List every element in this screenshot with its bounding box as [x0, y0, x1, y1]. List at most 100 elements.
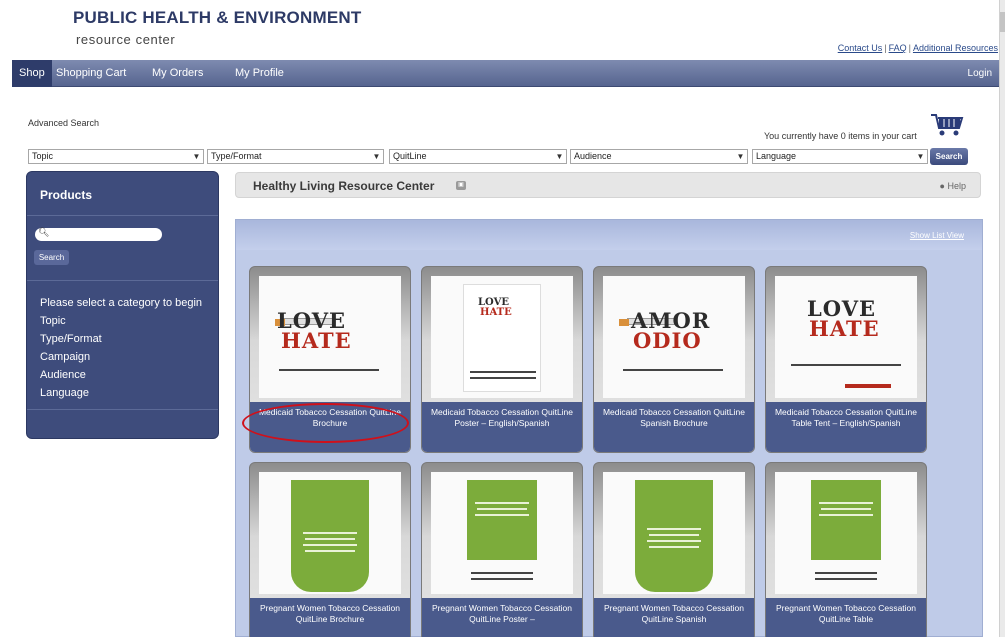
poster-text-line — [649, 534, 699, 536]
panel-toolbar: Show List View — [236, 220, 982, 250]
product-thumbnail — [259, 472, 401, 594]
poster-text-line — [475, 514, 529, 516]
product-title: Pregnant Women Tobacco Cessation QuitLin… — [594, 598, 754, 637]
product-card[interactable]: Pregnant Women Tobacco Cessation QuitLin… — [249, 462, 411, 637]
site-header: PUBLIC HEALTH & ENVIRONMENT resource cen… — [0, 0, 1000, 58]
poster-text-line — [305, 538, 355, 540]
cart-icon[interactable] — [930, 112, 964, 138]
poster-footer-line — [470, 377, 536, 379]
product-thumbnail: LOVE HATE — [431, 276, 573, 398]
poster-footer-line — [470, 371, 536, 373]
quitline-select[interactable]: QuitLine ▼ — [389, 149, 567, 164]
poster-text-line — [303, 544, 357, 546]
site-title: PUBLIC HEALTH & ENVIRONMENT — [73, 8, 362, 27]
show-list-view-link[interactable]: Show List View — [910, 231, 964, 240]
poster-footer-line — [471, 578, 533, 580]
audience-select-value: Audience — [574, 151, 612, 161]
advanced-search-link[interactable]: Advanced Search — [28, 118, 99, 128]
nav-my-orders[interactable]: My Orders — [152, 67, 203, 79]
page-title: Healthy Living Resource Center — [253, 179, 435, 193]
product-thumbnail — [431, 472, 573, 594]
sidebar-item-topic[interactable]: Topic — [40, 315, 66, 327]
poster-subheadline: HATE — [480, 307, 512, 318]
sidebar-item-language[interactable]: Language — [40, 387, 89, 399]
product-title: Medicaid Tobacco Cessation QuitLine Post… — [422, 402, 582, 452]
poster-subheadline: ODIO — [633, 328, 702, 353]
page-title-bar: Healthy Living Resource Center ▣ ● Help — [235, 172, 981, 198]
link-separator: | — [884, 43, 887, 53]
main-nav: Shop Shopping Cart My Orders My Profile … — [12, 60, 1000, 87]
nav-my-profile[interactable]: My Profile — [235, 67, 284, 79]
poster-tagline — [279, 369, 379, 371]
product-thumbnail: LOVE HATE — [775, 276, 917, 398]
sidebar-search-input[interactable]: 🔍︎ — [35, 227, 162, 241]
product-card[interactable]: Pregnant Women Tobacco Cessation QuitLin… — [593, 462, 755, 637]
nav-shop[interactable]: Shop — [12, 60, 52, 87]
poster-text-line — [649, 546, 699, 548]
audience-select[interactable]: Audience ▼ — [570, 149, 748, 164]
divider — [27, 280, 218, 281]
page-scrollbar[interactable] — [999, 0, 1005, 637]
green-poster-graphic — [467, 480, 537, 560]
product-title: Medicaid Tobacco Cessation QuitLine Tabl… — [766, 402, 926, 452]
divider — [27, 409, 218, 410]
poster-text-line — [305, 550, 355, 552]
sidebar-search-button[interactable]: Search — [34, 250, 69, 265]
cigarette-tip-graphic — [619, 319, 629, 326]
product-thumbnail — [603, 472, 745, 594]
rss-icon[interactable]: ▣ — [456, 181, 466, 190]
poster-text-line — [821, 508, 871, 510]
poster-tagline — [623, 369, 723, 371]
product-card[interactable]: LOVE HATE Medicaid Tobacco Cessation Qui… — [421, 266, 583, 453]
top-links: Contact Us | FAQ | Additional Resources — [838, 43, 998, 53]
poster-text-line — [647, 540, 701, 542]
poster-subheadline: HATE — [281, 328, 352, 353]
help-link[interactable]: ● Help — [940, 181, 966, 191]
products-sidebar: Products 🔍︎ Search Please select a categ… — [26, 171, 219, 439]
product-card[interactable]: AMOR ODIO Medicaid Tobacco Cessation Qui… — [593, 266, 755, 453]
type-format-select-value: Type/Format — [211, 151, 262, 161]
poster-tagline — [791, 364, 901, 366]
chevron-down-icon: ▼ — [736, 152, 745, 161]
green-poster-graphic — [291, 480, 369, 592]
sidebar-item-campaign[interactable]: Campaign — [40, 351, 90, 363]
green-poster-graphic — [811, 480, 881, 560]
sidebar-item-audience[interactable]: Audience — [40, 369, 86, 381]
scrollbar-thumb[interactable] — [1000, 12, 1005, 32]
product-title: Pregnant Women Tobacco Cessation QuitLin… — [250, 598, 410, 637]
poster-phone-bar — [845, 384, 891, 388]
help-label: Help — [947, 181, 966, 191]
poster-sheet: LOVE HATE — [463, 284, 541, 392]
poster-text-line — [303, 532, 357, 534]
cart-status: You currently have 0 items in your cart — [764, 131, 917, 141]
product-thumbnail: LOVE HATE — [259, 276, 401, 398]
chevron-down-icon: ▼ — [916, 152, 925, 161]
language-select-value: Language — [756, 151, 797, 161]
topic-select[interactable]: Topic ▼ — [28, 149, 204, 164]
product-thumbnail: AMOR ODIO — [603, 276, 745, 398]
poster-footer-line — [471, 572, 533, 574]
chevron-down-icon: ▼ — [555, 152, 564, 161]
type-format-select[interactable]: Type/Format ▼ — [207, 149, 384, 164]
product-card[interactable]: Pregnant Women Tobacco Cessation QuitLin… — [765, 462, 927, 637]
product-card[interactable]: Pregnant Women Tobacco Cessation QuitLin… — [421, 462, 583, 637]
contact-us-link[interactable]: Contact Us — [838, 43, 883, 53]
sidebar-item-type-format[interactable]: Type/Format — [40, 333, 102, 345]
faq-link[interactable]: FAQ — [889, 43, 907, 53]
product-card[interactable]: LOVE HATE Medicaid Tobacco Cessation Qui… — [765, 266, 927, 453]
help-icon: ● — [939, 181, 945, 191]
poster-text-line — [647, 528, 701, 530]
sidebar-title: Products — [40, 188, 93, 202]
topic-select-value: Topic — [32, 151, 54, 161]
search-icon: 🔍︎ — [38, 227, 50, 237]
nav-shopping-cart[interactable]: Shopping Cart — [56, 67, 126, 79]
poster-text-line — [819, 502, 873, 504]
green-poster-graphic — [635, 480, 713, 592]
chevron-down-icon: ▼ — [372, 152, 381, 161]
product-thumbnail — [775, 472, 917, 594]
highlight-annotation — [242, 403, 409, 443]
additional-resources-link[interactable]: Additional Resources — [913, 43, 998, 53]
language-select[interactable]: Language ▼ — [752, 149, 928, 164]
search-button[interactable]: Search — [930, 148, 968, 165]
login-link[interactable]: Login — [968, 68, 992, 79]
